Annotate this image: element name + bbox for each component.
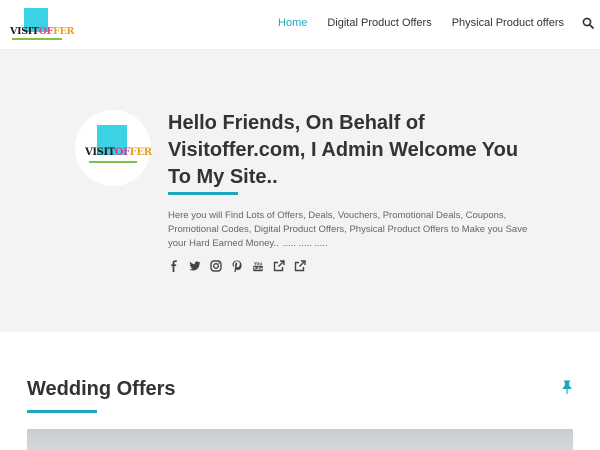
social-links: You Tube bbox=[168, 260, 306, 272]
twitter-icon[interactable] bbox=[189, 260, 201, 272]
search-icon[interactable] bbox=[582, 17, 594, 29]
nav-item-digital-product-offers[interactable]: Digital Product Offers bbox=[327, 17, 431, 29]
external-link-icon[interactable] bbox=[294, 260, 306, 272]
featured-image[interactable] bbox=[27, 429, 573, 450]
hero-description: Here you will Find Lots of Offers, Deals… bbox=[168, 209, 528, 251]
external-link-icon[interactable] bbox=[273, 260, 285, 272]
author-avatar: VISITOFFER bbox=[75, 110, 152, 186]
youtube-icon[interactable]: You Tube bbox=[252, 260, 264, 272]
svg-text:Tube: Tube bbox=[253, 266, 264, 271]
hero-title: Hello Friends, On Behalf of Visitoffer.c… bbox=[168, 112, 519, 188]
nav-item-home[interactable]: Home bbox=[278, 17, 307, 29]
hero-title-underline bbox=[168, 192, 238, 195]
hero-description-dots: ..... ..... ..... bbox=[282, 238, 328, 249]
nav-item-physical-product-offers[interactable]: Physical Product offers bbox=[452, 17, 564, 29]
avatar-tagline-bar bbox=[89, 161, 137, 163]
hero-description-text: Here you will Find Lots of Offers, Deals… bbox=[168, 210, 528, 249]
logo-text: VISITOFFER bbox=[10, 26, 75, 37]
avatar-logo-text: VISITOFFER bbox=[85, 147, 152, 158]
pin-icon bbox=[562, 380, 572, 394]
facebook-icon[interactable] bbox=[168, 260, 180, 272]
site-header: VISITOFFER Home Digital Product Offers P… bbox=[0, 0, 600, 50]
pinterest-icon[interactable] bbox=[231, 260, 243, 272]
logo-tagline-bar bbox=[12, 38, 62, 40]
hero-section: VISITOFFER Hello Friends, On Behalf of V… bbox=[0, 50, 600, 332]
main-nav: Home Digital Product Offers Physical Pro… bbox=[258, 17, 594, 29]
section-title-underline bbox=[27, 410, 97, 413]
site-logo[interactable]: VISITOFFER bbox=[10, 8, 74, 44]
section-title-wedding-offers: Wedding Offers bbox=[27, 378, 176, 400]
instagram-icon[interactable] bbox=[210, 260, 222, 272]
